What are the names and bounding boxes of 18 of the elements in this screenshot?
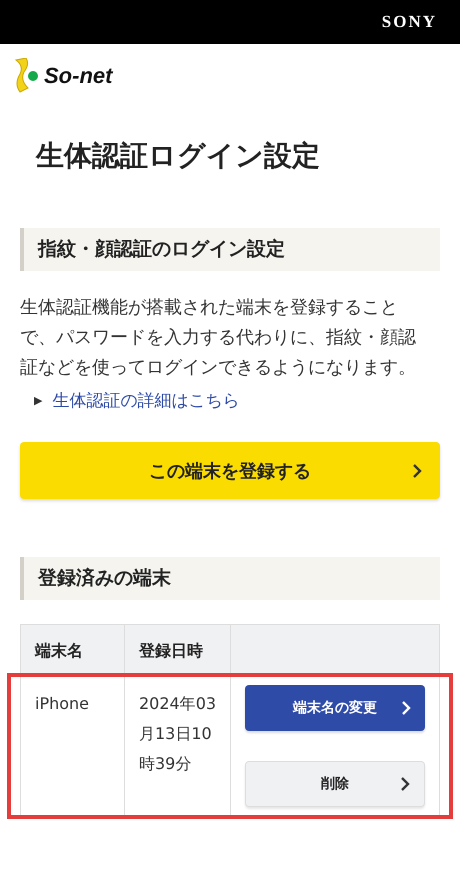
- column-header: 登録日時: [125, 625, 231, 678]
- page-title: 生体認証ログイン設定: [36, 138, 321, 174]
- table-cell: iPhone: [21, 675, 125, 817]
- section-heading: 登録済みの端末: [20, 557, 440, 600]
- action-button[interactable]: 削除: [245, 761, 425, 807]
- action-button[interactable]: 端末名の変更: [245, 685, 425, 731]
- column-header: 端末名: [21, 625, 125, 678]
- logo: So-net: [44, 63, 112, 89]
- triangle-icon: ▶: [34, 394, 42, 407]
- section-heading: 指紋・顔認証のログイン設定: [20, 228, 440, 271]
- register-button[interactable]: この端末を登録する: [20, 442, 440, 499]
- chevron-icon: [401, 701, 411, 715]
- description: 生体認証機能が搭載された端末を登録することで、パスワードを入力する代わりに、指紋・顔認証などを使ってログインできるようになります。: [20, 296, 417, 380]
- table-cell: 2024年03月13日10時39分: [125, 675, 231, 817]
- chevron-icon: [412, 464, 422, 478]
- chevron-icon: [400, 777, 410, 791]
- details-link[interactable]: 生体認証の詳細はこちら: [52, 389, 240, 412]
- brand-logo: SONY: [382, 12, 437, 32]
